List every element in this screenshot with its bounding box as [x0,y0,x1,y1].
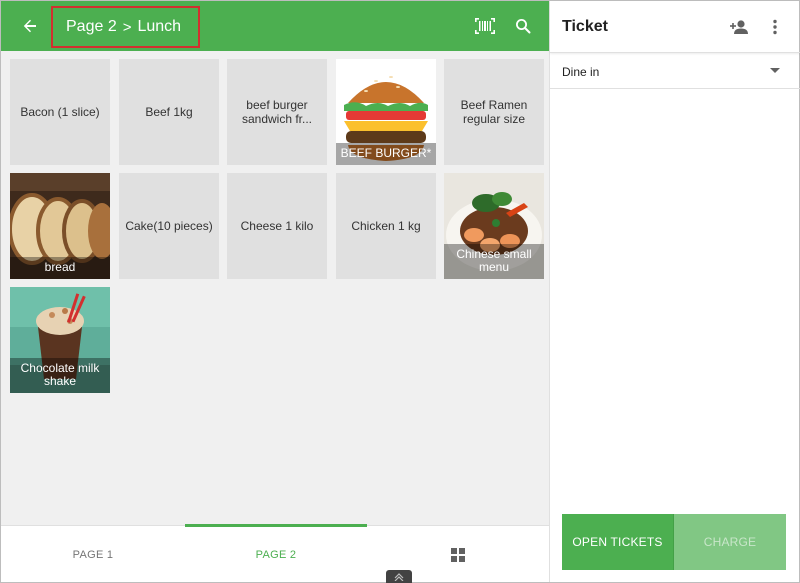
ticket-actions: OPEN TICKETS CHARGE [562,514,786,570]
ticket-header: Ticket [550,1,800,53]
item-label: Beef Ramen regular size [460,98,528,126]
item-tile[interactable]: Chicken 1 kg [336,173,436,279]
more-vert-icon [773,19,777,35]
dining-option-value: Dine in [562,65,600,79]
item-label: Chinese small menu [444,244,544,279]
grid-view-icon [451,547,465,562]
item-label: Chicken 1 kg [351,219,421,233]
more-options-button[interactable] [764,14,786,40]
arrow-back-icon [23,19,36,33]
item-tile[interactable]: bread [10,173,110,279]
tab-label: PAGE 2 [255,548,297,561]
ticket-pane: Ticket Dine in OPEN TICKETS CHARGE [549,1,800,582]
open-tickets-button[interactable]: OPEN TICKETS [562,514,674,570]
item-label: Cake(10 pieces) [125,219,213,233]
breadcrumb-category: Lunch [137,18,182,35]
drawer-handle[interactable] [386,570,412,583]
breadcrumb: Page 2 > Lunch [51,6,200,48]
tab-label: PAGE 1 [72,548,114,561]
barcode-scan-button[interactable] [471,12,499,40]
item-tile[interactable]: Beef 1kg [119,59,219,165]
item-label: Beef 1kg [145,105,193,119]
item-label: Bacon (1 slice) [20,105,100,119]
item-label: beef burger sandwich fr... [241,98,313,126]
search-icon [516,19,531,34]
item-tile[interactable]: Beef Ramen regular size [444,59,544,165]
chevron-up-icon [394,572,404,581]
page-tab-bar: PAGE 1 PAGE 2 [1,524,549,583]
item-tile[interactable]: Cheese 1 kilo [227,173,327,279]
item-label: Chocolate milk shake [10,358,110,393]
person-add-icon [730,20,748,34]
tab-page-2[interactable]: PAGE 2 [185,526,367,583]
ticket-title: Ticket [562,18,608,35]
item-tile[interactable]: beef burger sandwich fr... [227,59,327,165]
add-customer-button[interactable] [726,14,752,40]
item-label: Cheese 1 kilo [240,219,314,233]
barcode-icon [475,18,495,34]
item-tile[interactable]: Bacon (1 slice) [10,59,110,165]
dining-option-select[interactable]: Dine in [550,53,800,89]
top-app-bar: Page 2 > Lunch [1,1,549,51]
item-label: BEEF BURGER* [336,143,436,165]
item-tile[interactable]: Chinese small menu [444,173,544,279]
breadcrumb-separator: > [122,18,132,36]
item-tile[interactable]: BEEF BURGER* [336,59,436,165]
items-pane: Page 2 > Lunch Bacon (1 slice) Beef 1kg … [1,1,549,583]
item-tile[interactable]: Chocolate milk shake [10,287,110,393]
dropdown-arrow-icon [770,68,780,73]
item-tile[interactable]: Cake(10 pieces) [119,173,219,279]
charge-button[interactable]: CHARGE [674,514,786,570]
breadcrumb-page: Page 2 [66,18,117,35]
back-button[interactable] [13,9,47,43]
item-label: bread [10,257,110,279]
tab-page-1[interactable]: PAGE 1 [1,526,185,583]
search-button[interactable] [509,12,537,40]
